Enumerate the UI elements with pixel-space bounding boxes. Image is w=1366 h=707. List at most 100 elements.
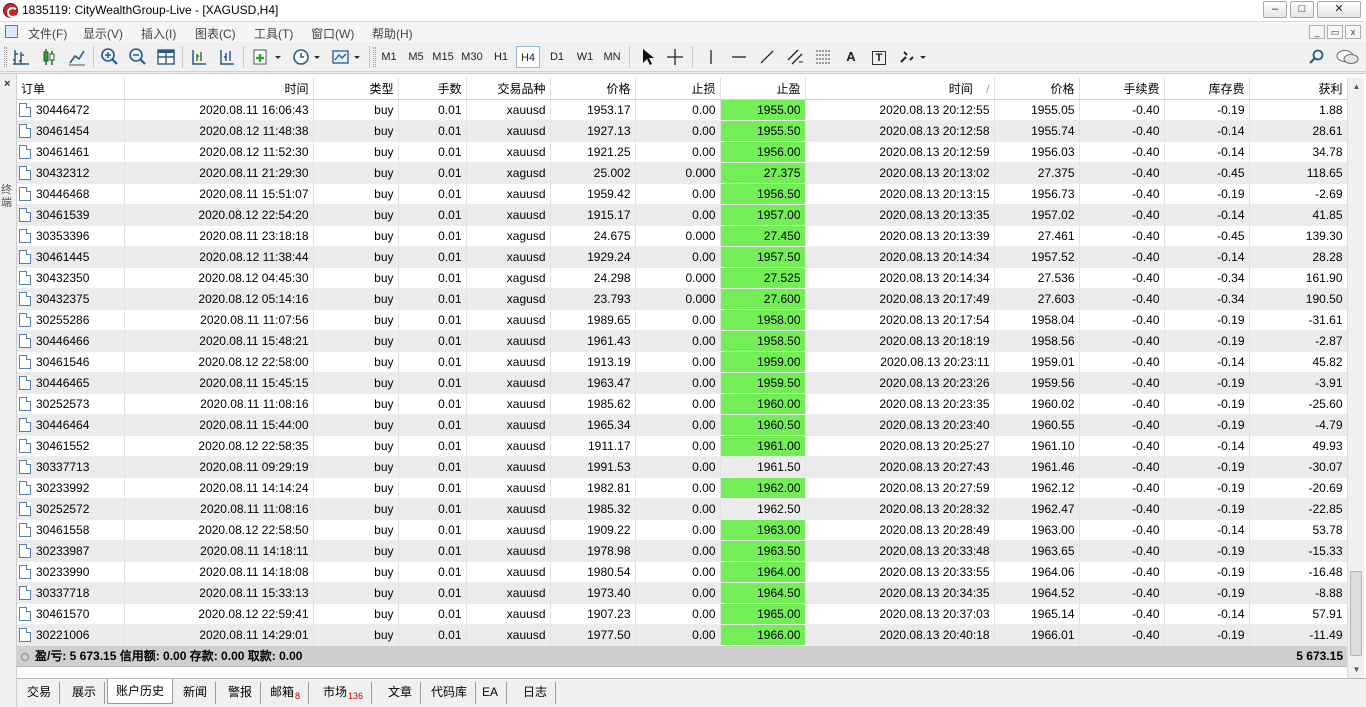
zoom-in-icon[interactable]	[99, 46, 121, 68]
chart-shift-icon[interactable]	[216, 46, 238, 68]
menu-help[interactable]: 帮助(H)	[372, 25, 413, 42]
table-row[interactable]: 30337713 2020.08.11 09:29:19 buy 0.01 xauusd…	[17, 456, 1348, 478]
col-swap[interactable]: 库存费	[1164, 78, 1250, 100]
col-take-profit[interactable]: 止盈	[720, 78, 806, 100]
mdi-close-button[interactable]: x	[1345, 25, 1361, 39]
table-row[interactable]: 30461454 2020.08.12 11:48:38 buy 0.01 xauusd…	[17, 120, 1348, 142]
crosshair-icon[interactable]	[664, 46, 686, 68]
zoom-out-icon[interactable]	[127, 46, 149, 68]
periods-clock-icon[interactable]	[290, 46, 324, 68]
table-row[interactable]: 30461546 2020.08.12 22:58:00 buy 0.01 xauusd…	[17, 351, 1348, 373]
tab-experts[interactable]: EA	[474, 682, 508, 704]
tab-trade[interactable]: 交易	[19, 682, 61, 704]
table-row[interactable]: 30432350 2020.08.12 04:45:30 buy 0.01 xagusd…	[17, 267, 1348, 289]
col-close-price[interactable]: 价格	[994, 78, 1080, 100]
table-row[interactable]: 30233987 2020.08.11 14:18:11 buy 0.01 xauusd…	[17, 540, 1348, 562]
horizontal-line-icon[interactable]	[728, 46, 750, 68]
document-icon[interactable]	[5, 25, 18, 38]
tab-account-history[interactable]: 账户历史	[107, 679, 174, 704]
candlestick-chart-icon[interactable]	[38, 46, 60, 68]
close-panel-icon[interactable]: ×	[4, 78, 10, 90]
tab-alerts[interactable]: 警报	[220, 682, 262, 704]
table-row[interactable]: 30461552 2020.08.12 22:58:35 buy 0.01 xauusd…	[17, 435, 1348, 457]
menu-window[interactable]: 窗口(W)	[311, 25, 354, 42]
tab-market[interactable]: 市场136	[315, 682, 373, 704]
table-row[interactable]: 30255286 2020.08.11 11:07:56 buy 0.01 xauusd…	[17, 309, 1348, 331]
col-symbol[interactable]: 交易品种	[466, 78, 551, 100]
timeframe-m1[interactable]: M1	[378, 46, 400, 68]
table-row[interactable]: 30233992 2020.08.11 14:14:24 buy 0.01 xauusd…	[17, 477, 1348, 499]
table-row[interactable]: 30353396 2020.08.11 23:18:18 buy 0.01 xagusd…	[17, 225, 1348, 247]
mdi-restore-button[interactable]: ▭	[1327, 25, 1343, 39]
minimize-button[interactable]: –	[1263, 1, 1287, 18]
mdi-minimize-button[interactable]: _	[1309, 25, 1325, 39]
col-commission[interactable]: 手续费	[1079, 78, 1165, 100]
cursor-arrow-icon[interactable]	[636, 46, 658, 68]
maximize-button[interactable]: □	[1290, 1, 1314, 18]
table-row[interactable]: 30446466 2020.08.11 15:48:21 buy 0.01 xauusd…	[17, 330, 1348, 352]
templates-icon[interactable]	[330, 46, 364, 68]
menu-view[interactable]: 显示(V)	[83, 25, 123, 42]
arrows-tool-icon[interactable]	[896, 46, 930, 68]
auto-scroll-icon[interactable]	[188, 46, 210, 68]
table-row[interactable]: 30461445 2020.08.12 11:38:44 buy 0.01 xauusd…	[17, 246, 1348, 268]
vertical-line-icon[interactable]	[700, 46, 722, 68]
table-row[interactable]: 30446464 2020.08.11 15:44:00 buy 0.01 xauusd…	[17, 414, 1348, 436]
col-order[interactable]: 订单	[17, 78, 125, 100]
col-open-time[interactable]: 时间	[124, 78, 314, 100]
bar-chart-icon[interactable]	[10, 46, 32, 68]
tab-mailbox[interactable]: 邮箱8	[262, 682, 310, 704]
scrollbar-thumb[interactable]	[1350, 571, 1362, 656]
text-label-icon[interactable]: T	[868, 46, 890, 68]
menu-tools[interactable]: 工具(T)	[254, 25, 293, 42]
trendline-icon[interactable]	[756, 46, 778, 68]
search-icon[interactable]	[1306, 46, 1328, 68]
col-volume[interactable]: 手数	[398, 78, 467, 100]
scroll-up-arrow-icon[interactable]: ▲	[1348, 78, 1365, 95]
timeframe-m30[interactable]: M30	[461, 46, 483, 68]
table-row[interactable]: 30337718 2020.08.11 15:33:13 buy 0.01 xauusd…	[17, 582, 1348, 604]
menu-file[interactable]: 文件(F)	[28, 25, 67, 42]
tab-exposure[interactable]: 展示	[64, 682, 106, 704]
timeframe-h1[interactable]: H1	[490, 46, 512, 68]
col-price[interactable]: 价格	[550, 78, 636, 100]
table-row[interactable]: 30432312 2020.08.11 21:29:30 buy 0.01 xagusd…	[17, 162, 1348, 184]
timeframe-w1[interactable]: W1	[574, 46, 596, 68]
table-row[interactable]: 30446468 2020.08.11 15:51:07 buy 0.01 xauusd…	[17, 183, 1348, 205]
menu-insert[interactable]: 插入(I)	[141, 25, 176, 42]
table-row[interactable]: 30446472 2020.08.11 16:06:43 buy 0.01 xauusd…	[17, 99, 1348, 121]
tab-news[interactable]: 新闻	[175, 682, 217, 704]
fibonacci-icon[interactable]	[812, 46, 834, 68]
col-type[interactable]: 类型	[313, 78, 399, 100]
table-row[interactable]: 30461570 2020.08.12 22:59:41 buy 0.01 xauusd…	[17, 603, 1348, 625]
table-row[interactable]: 30461558 2020.08.12 22:58:50 buy 0.01 xauusd…	[17, 519, 1348, 541]
table-row[interactable]: 30252573 2020.08.11 11:08:16 buy 0.01 xauusd…	[17, 393, 1348, 415]
toolbar-grip-2[interactable]	[373, 47, 376, 67]
table-row[interactable]: 30252572 2020.08.11 11:08:16 buy 0.01 xauusd…	[17, 498, 1348, 520]
new-order-icon[interactable]	[250, 46, 284, 68]
line-chart-icon[interactable]	[66, 46, 88, 68]
chat-icon[interactable]	[1334, 46, 1362, 68]
col-profit[interactable]: 获利	[1249, 78, 1348, 100]
text-tool-icon[interactable]: A	[840, 46, 862, 68]
table-row[interactable]: 30446465 2020.08.11 15:45:15 buy 0.01 xauusd…	[17, 372, 1348, 394]
col-stop-loss[interactable]: 止损	[635, 78, 721, 100]
vertical-scrollbar[interactable]: ▲ ▼	[1347, 78, 1364, 678]
timeframe-m15[interactable]: M15	[432, 46, 454, 68]
tab-articles[interactable]: 文章	[380, 682, 422, 704]
menu-charts[interactable]: 图表(C)	[195, 25, 236, 42]
table-row[interactable]: 30233990 2020.08.11 14:18:08 buy 0.01 xauusd…	[17, 561, 1348, 583]
tab-journal[interactable]: 日志	[515, 682, 557, 704]
tile-windows-icon[interactable]	[155, 46, 177, 68]
timeframe-m5[interactable]: M5	[405, 46, 427, 68]
table-row[interactable]: 30432375 2020.08.12 05:14:16 buy 0.01 xagusd…	[17, 288, 1348, 310]
table-row[interactable]: 30221006 2020.08.11 14:29:01 buy 0.01 xauusd…	[17, 624, 1348, 646]
close-window-button[interactable]: ✕	[1317, 1, 1361, 18]
col-close-time[interactable]: 时间 /	[805, 78, 995, 100]
timeframe-mn[interactable]: MN	[601, 46, 623, 68]
timeframe-h4[interactable]: H4	[516, 46, 540, 68]
tab-code-base[interactable]: 代码库	[423, 682, 477, 704]
toolbar-grip[interactable]	[4, 47, 7, 67]
equidistant-channel-icon[interactable]	[784, 46, 806, 68]
scroll-down-arrow-icon[interactable]: ▼	[1348, 661, 1365, 678]
